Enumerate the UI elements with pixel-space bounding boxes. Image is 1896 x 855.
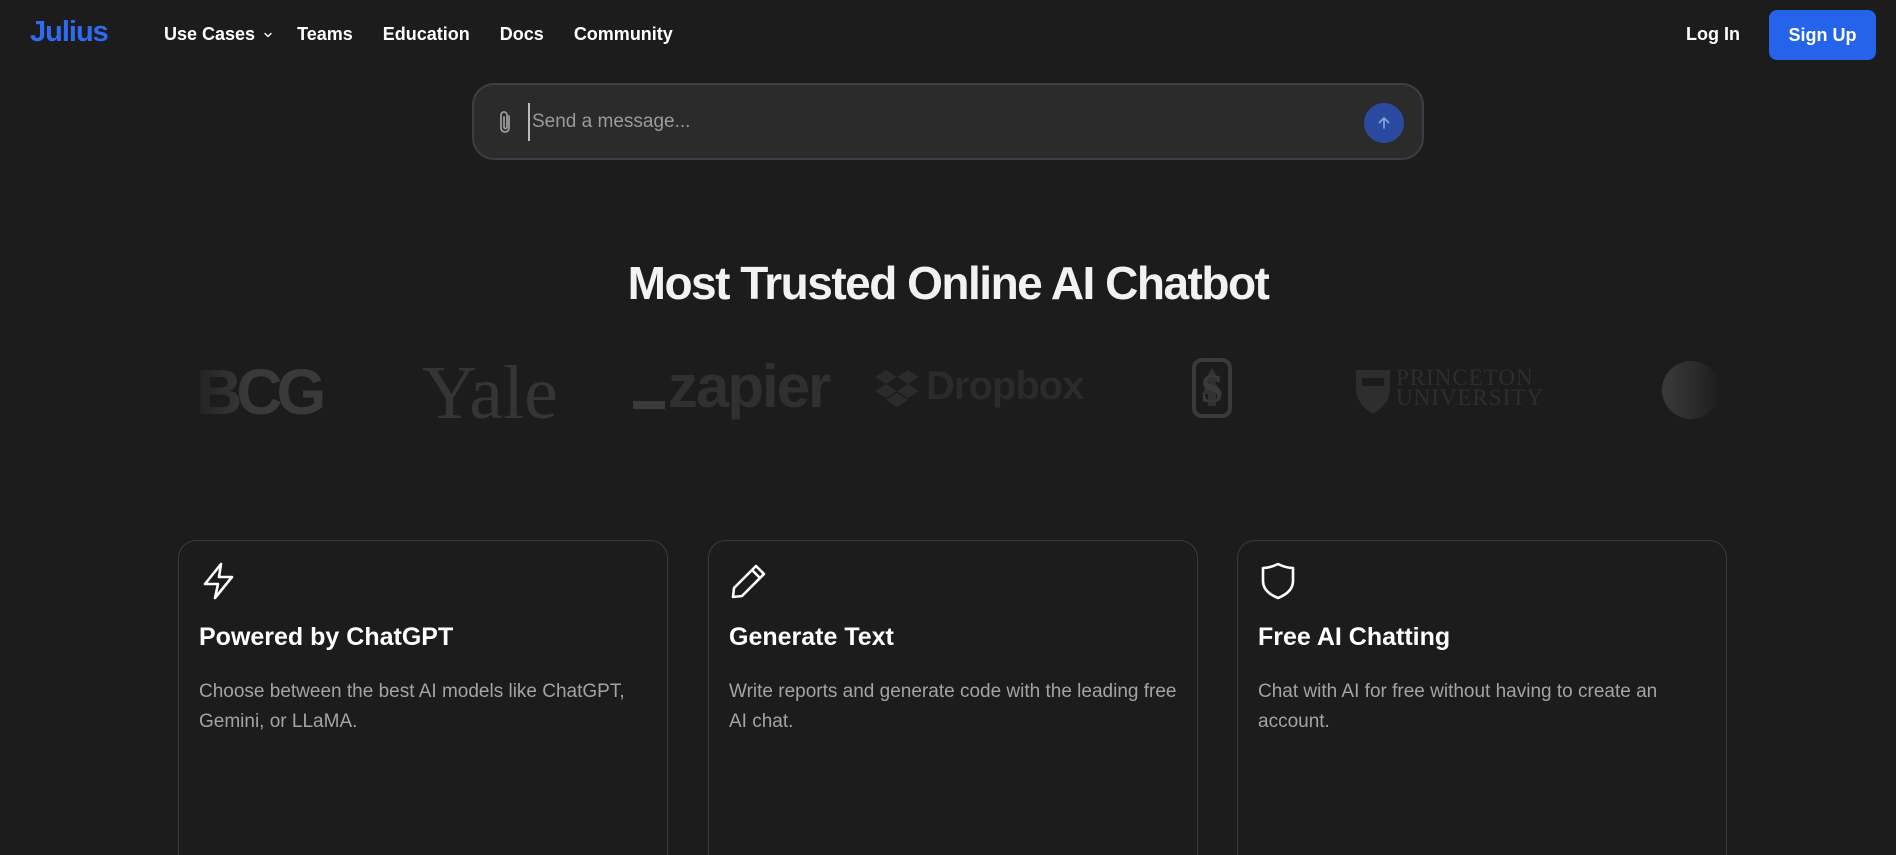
signup-button[interactable]: Sign Up	[1769, 10, 1876, 60]
paperclip-icon[interactable]	[494, 109, 518, 137]
logo-strip-fade	[180, 350, 250, 430]
pencil-icon	[731, 564, 766, 599]
nav-item-community[interactable]: Community	[574, 24, 673, 45]
nav-item-use-cases[interactable]: Use Cases	[164, 24, 273, 45]
chevron-down-icon	[264, 32, 272, 37]
trusted-logos-strip: BCG Yale zapier Dropbox S PRINCETON	[0, 350, 1896, 435]
stanford-logo: S	[1192, 358, 1232, 418]
message-composer	[472, 83, 1424, 160]
princeton-logo: PRINCETON UNIVERSITY	[1396, 366, 1544, 410]
feature-title: Free AI Chatting	[1258, 623, 1451, 651]
feature-title: Powered by ChatGPT	[199, 623, 454, 651]
message-input[interactable]	[528, 103, 1328, 141]
send-button[interactable]	[1364, 103, 1404, 143]
zapier-logo-bar	[633, 401, 665, 409]
page: Julius Use Cases Teams Education Docs Co…	[0, 0, 1896, 855]
hero-title: Most Trusted Online AI Chatbot	[627, 257, 1270, 309]
feature-description: Chat with AI for free without having to …	[1258, 681, 1658, 732]
feature-card-chatgpt: Powered by ChatGPT Choose between the be…	[178, 540, 668, 855]
julius-logo[interactable]: Julius	[30, 16, 109, 49]
nav-item-label: Community	[573, 24, 673, 44]
nav-item-label: Education	[382, 24, 470, 44]
main-nav: Use Cases Teams Education Docs Community	[164, 24, 703, 45]
feature-description: Choose between the best AI models like C…	[199, 681, 625, 732]
partial-logo	[1662, 361, 1720, 419]
top-nav-bar: Julius Use Cases Teams Education Docs Co…	[0, 0, 1896, 72]
nav-item-label: Docs	[499, 24, 544, 44]
feature-card-generate-text: Generate Text Write reports and generate…	[708, 540, 1198, 855]
dropbox-logo: Dropbox	[926, 364, 1084, 408]
nav-item-label: Teams	[297, 24, 353, 44]
nav-item-docs[interactable]: Docs	[500, 24, 544, 45]
arrow-up-icon	[1378, 117, 1390, 129]
dropbox-icon	[875, 370, 919, 407]
yale-logo: Yale	[422, 351, 558, 435]
feature-title: Generate Text	[729, 623, 894, 651]
lightning-bolt-icon	[203, 562, 234, 600]
princeton-line-2: UNIVERSITY	[1396, 385, 1544, 410]
princeton-shield-icon	[1356, 370, 1390, 414]
feature-card-free-chat: Free AI Chatting Chat with AI for free w…	[1237, 540, 1727, 855]
nav-item-education[interactable]: Education	[383, 24, 470, 45]
nav-item-label: Use Cases	[164, 24, 256, 44]
login-button[interactable]: Log In	[1686, 24, 1740, 45]
nav-item-teams[interactable]: Teams	[297, 24, 353, 45]
zapier-logo: zapier	[668, 353, 831, 420]
shield-icon	[1261, 562, 1295, 600]
feature-description: Write reports and generate code with the…	[729, 681, 1177, 732]
